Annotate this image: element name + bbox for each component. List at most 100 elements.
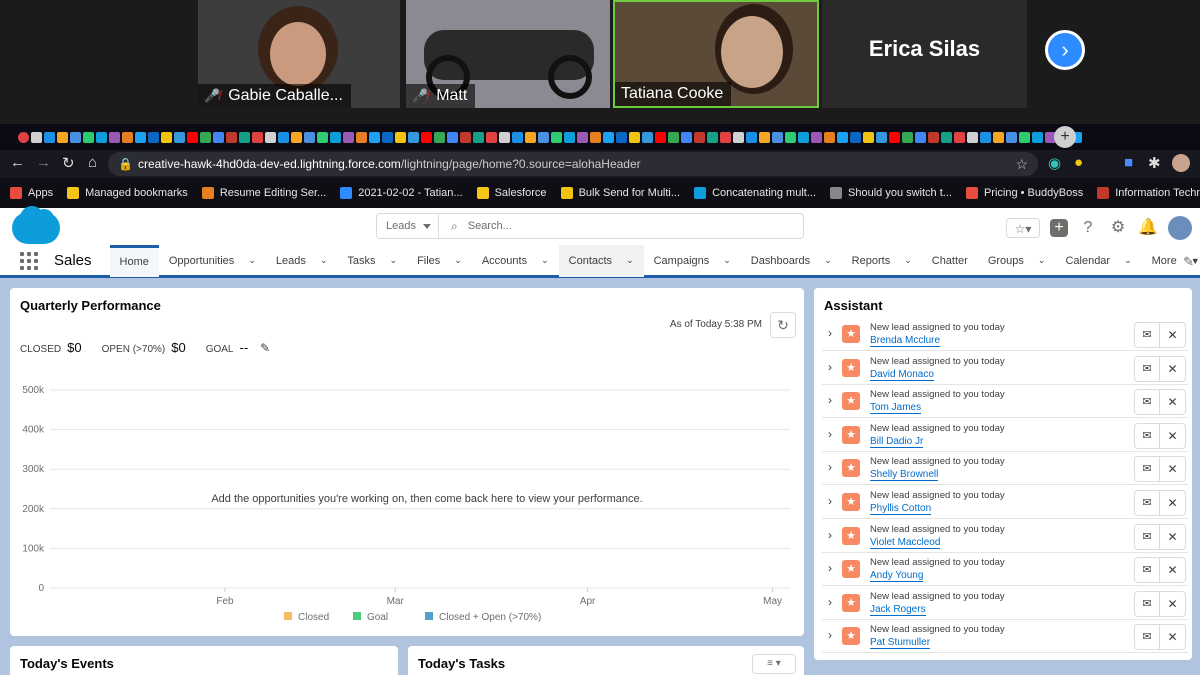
email-button[interactable]: ✉ <box>1134 490 1160 516</box>
tab-favicon[interactable] <box>278 131 289 143</box>
search-input[interactable]: ⌕ Search... <box>439 214 803 238</box>
dismiss-button[interactable]: ✕ <box>1160 523 1186 550</box>
tab-favicon[interactable] <box>811 131 822 143</box>
star-icon[interactable]: ☆ <box>1015 152 1028 176</box>
lead-name-link[interactable]: Phyllis Cotton <box>870 503 932 515</box>
search-scope-select[interactable]: Leads <box>377 214 439 238</box>
tab-favicon[interactable] <box>148 131 159 143</box>
email-button[interactable]: ✉ <box>1134 523 1160 550</box>
dismiss-button[interactable]: ✕ <box>1160 355 1186 382</box>
extension-icon[interactable]: ■ <box>1124 154 1133 171</box>
email-button[interactable]: ✉ <box>1134 557 1160 584</box>
tab-favicon[interactable] <box>694 131 705 143</box>
chevron-right-icon[interactable]: › <box>828 326 832 340</box>
email-button[interactable]: ✉ <box>1134 389 1160 416</box>
tab-favicon[interactable] <box>876 131 887 143</box>
tab-favicon[interactable] <box>356 131 367 143</box>
tab-favicon[interactable] <box>655 131 666 143</box>
tab-favicon[interactable] <box>369 131 380 143</box>
chevron-right-icon[interactable]: › <box>828 460 832 474</box>
tab-favicon[interactable] <box>343 131 354 143</box>
chevron-right-icon[interactable]: › <box>828 561 832 575</box>
tab-favicon[interactable] <box>395 131 406 143</box>
tab-favicon[interactable] <box>993 131 1004 143</box>
tab-favicon[interactable] <box>122 131 133 143</box>
tab-favicon[interactable] <box>798 131 809 143</box>
email-button[interactable]: ✉ <box>1134 624 1160 651</box>
tab-favicon[interactable] <box>681 131 692 143</box>
tab-favicon[interactable] <box>291 131 302 143</box>
profile-avatar[interactable] <box>1172 154 1190 172</box>
tab-favicon[interactable] <box>161 131 172 143</box>
refresh-button[interactable]: ↻ <box>770 312 796 338</box>
nav-tab-accounts[interactable]: Accounts ⌄ <box>472 245 559 277</box>
dismiss-button[interactable]: ✕ <box>1160 590 1186 617</box>
tab-favicon[interactable] <box>512 131 523 143</box>
bookmark-item[interactable]: Should you switch t... <box>830 187 952 199</box>
tab-favicon[interactable] <box>1006 131 1017 143</box>
tab-favicon[interactable] <box>31 131 42 143</box>
nav-tab-reports[interactable]: Reports ⌄ <box>842 245 922 277</box>
back-icon[interactable]: ← <box>10 154 25 171</box>
chevron-down-icon[interactable]: ⌄ <box>390 255 398 266</box>
tab-favicon[interactable] <box>382 131 393 143</box>
tab-favicon[interactable] <box>707 131 718 143</box>
tab-favicon[interactable] <box>421 131 432 143</box>
tab-favicon[interactable] <box>473 131 484 143</box>
chevron-down-icon[interactable]: ⌄ <box>1124 255 1132 266</box>
bell-icon[interactable]: 🔔 <box>1138 218 1158 238</box>
nav-tab-tasks[interactable]: Tasks ⌄ <box>337 245 407 277</box>
chevron-down-icon[interactable]: ⌄ <box>904 255 912 266</box>
tab-favicon[interactable] <box>96 131 107 143</box>
extension-icon[interactable]: ◉ <box>1048 154 1061 172</box>
bookmark-item[interactable]: Apps <box>10 187 53 199</box>
lead-name-link[interactable]: Jack Rogers <box>870 604 926 616</box>
app-launcher-icon[interactable] <box>20 251 38 270</box>
dismiss-button[interactable]: ✕ <box>1160 456 1186 483</box>
tab-favicon[interactable] <box>616 131 627 143</box>
tab-favicon[interactable] <box>44 131 55 143</box>
chevron-right-icon[interactable]: › <box>828 494 832 508</box>
tab-favicon[interactable] <box>499 131 510 143</box>
bookmark-item[interactable]: Pricing • BuddyBoss <box>965 187 1083 199</box>
lead-name-link[interactable]: Brenda Mcclure <box>870 335 941 347</box>
bookmark-item[interactable]: Concatenating mult... <box>694 187 816 199</box>
chevron-down-icon[interactable]: ⌄ <box>541 255 549 266</box>
tab-favicon[interactable] <box>642 131 653 143</box>
email-button[interactable]: ✉ <box>1134 355 1160 382</box>
nav-tab-chatter[interactable]: Chatter <box>922 245 978 277</box>
email-button[interactable]: ✉ <box>1134 456 1160 483</box>
nav-tab-opportunities[interactable]: Opportunities ⌄ <box>159 245 266 277</box>
tab-favicon[interactable] <box>772 131 783 143</box>
global-actions-plus-icon[interactable]: + <box>1050 219 1068 237</box>
tab-favicon[interactable] <box>785 131 796 143</box>
tab-favicon[interactable] <box>824 131 835 143</box>
new-tab-button[interactable]: + <box>1054 126 1076 148</box>
tab-favicon[interactable] <box>1032 131 1043 143</box>
tab-favicon[interactable] <box>57 131 68 143</box>
tab-favicon[interactable] <box>239 131 250 143</box>
tab-favicon[interactable] <box>941 131 952 143</box>
participant-tile-active-speaker[interactable]: Tatiana Cooke <box>613 0 819 108</box>
bookmark-item[interactable]: Resume Editing Ser... <box>201 187 326 199</box>
dismiss-button[interactable]: ✕ <box>1160 389 1186 416</box>
tab-favicon[interactable] <box>18 131 29 143</box>
tab-favicon[interactable] <box>551 131 562 143</box>
tab-favicon[interactable] <box>863 131 874 143</box>
nav-tab-home[interactable]: Home <box>109 244 159 277</box>
tab-favicon[interactable] <box>889 131 900 143</box>
tab-favicon[interactable] <box>135 131 146 143</box>
tab-favicon[interactable] <box>837 131 848 143</box>
chevron-down-icon[interactable]: ⌄ <box>454 255 462 266</box>
dismiss-button[interactable]: ✕ <box>1160 422 1186 449</box>
tab-favicon[interactable] <box>980 131 991 143</box>
participant-tile[interactable]: 🎤̸ Matt <box>406 0 610 108</box>
address-bar[interactable]: 🔒 creative-hawk-4hd0da-dev-ed.lightning.… <box>108 152 1038 176</box>
tab-favicon[interactable] <box>434 131 445 143</box>
edit-pencil-icon[interactable]: ✎ <box>1183 254 1194 270</box>
user-avatar[interactable] <box>1168 216 1192 240</box>
tab-favicon[interactable] <box>1019 131 1030 143</box>
tab-favicon[interactable] <box>174 131 185 143</box>
tab-favicon[interactable] <box>83 131 94 143</box>
tab-favicon[interactable] <box>460 131 471 143</box>
